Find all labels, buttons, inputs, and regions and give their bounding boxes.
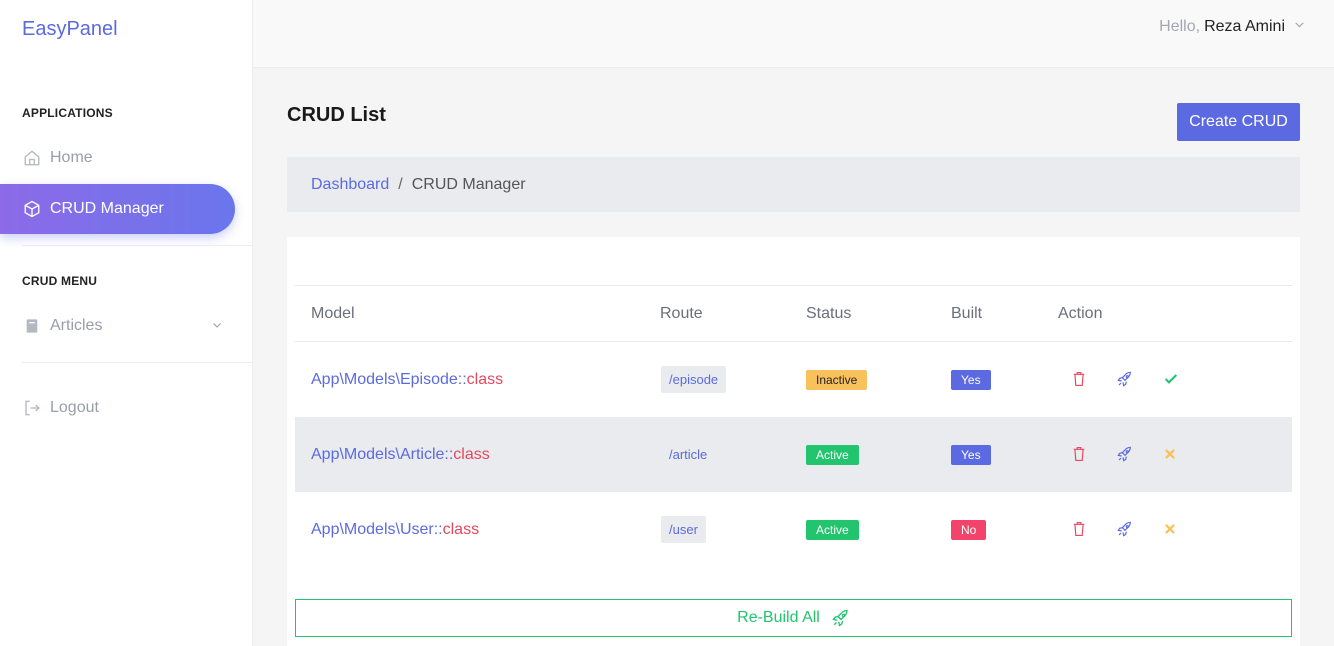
rocket-icon[interactable]: [1116, 520, 1134, 538]
model-link[interactable]: App\Models\User::class: [311, 521, 479, 539]
sidebar-item-label: Articles: [50, 317, 103, 334]
model-cell: App\Models\Episode::class: [311, 342, 503, 417]
route-code: /user: [661, 516, 706, 543]
table-row: App\Models\Episode::class /episode Inact…: [295, 342, 1292, 417]
logout-icon: [22, 398, 42, 418]
table-row: App\Models\User::class /user Active No: [295, 492, 1292, 567]
box-icon: [22, 199, 42, 219]
chevron-down-icon[interactable]: [211, 318, 223, 336]
built-cell: Yes: [951, 342, 991, 417]
crud-table: Model Route Status Built Action App\Mode…: [295, 285, 1292, 567]
sidebar-divider: [22, 245, 252, 246]
sidebar-item-home[interactable]: Home: [0, 133, 235, 183]
built-badge: Yes: [951, 369, 991, 390]
close-icon[interactable]: [1161, 520, 1179, 538]
built-cell: No: [951, 492, 987, 567]
rocket-icon[interactable]: [1116, 370, 1134, 388]
user-menu[interactable]: Hello, Reza Amini: [1159, 18, 1306, 36]
home-icon: [22, 148, 42, 168]
check-icon[interactable]: [1162, 370, 1180, 388]
built-badge: Yes: [951, 444, 991, 465]
chevron-down-icon: [1293, 18, 1306, 36]
sidebar-divider: [22, 362, 252, 363]
breadcrumb: Dashboard / CRUD Manager: [287, 157, 1300, 212]
brand-logo[interactable]: EasyPanel: [22, 18, 118, 41]
status-badge: Active: [806, 444, 859, 465]
column-header-route: Route: [660, 305, 703, 322]
rocket-icon: [832, 609, 850, 627]
model-link[interactable]: App\Models\Article::class: [311, 446, 490, 464]
breadcrumb-link-dashboard[interactable]: Dashboard: [311, 176, 389, 194]
sidebar-item-crud-manager[interactable]: CRUD Manager: [0, 184, 235, 234]
sidebar-item-articles[interactable]: Articles: [0, 301, 235, 351]
rebuild-all-button[interactable]: Re-Build All: [295, 599, 1292, 637]
username: Reza Amini: [1204, 18, 1285, 35]
route-code: /article: [669, 447, 708, 462]
trash-icon[interactable]: [1070, 445, 1088, 463]
crud-table-card: Model Route Status Built Action App\Mode…: [287, 237, 1300, 646]
built-badge: No: [951, 519, 987, 540]
section-title-crud-menu: CRUD MENU: [22, 274, 98, 288]
status-badge: Active: [806, 519, 859, 540]
column-header-built: Built: [951, 305, 983, 322]
status-cell: Active: [806, 417, 859, 492]
column-header-status: Status: [806, 305, 852, 322]
route-cell: /episode: [661, 342, 727, 417]
built-cell: Yes: [951, 417, 991, 492]
sidebar: EasyPanel APPLICATIONS Home CRUD Manager…: [0, 0, 253, 646]
model-cell: App\Models\User::class: [311, 492, 479, 567]
create-crud-button[interactable]: Create CRUD: [1177, 103, 1300, 141]
greeting-text: Hello,: [1159, 18, 1201, 35]
book-icon: [22, 316, 42, 336]
sidebar-item-label: CRUD Manager: [50, 200, 164, 217]
status-cell: Inactive: [806, 342, 868, 417]
page-title: CRUD List: [287, 104, 386, 126]
status-badge: Inactive: [806, 369, 868, 390]
table-row: App\Models\Article::class /article Activ…: [295, 417, 1292, 492]
model-cell: App\Models\Article::class: [311, 417, 490, 492]
rocket-icon[interactable]: [1116, 445, 1134, 463]
rebuild-all-label: Re-Build All: [737, 609, 820, 626]
model-link[interactable]: App\Models\Episode::class: [311, 371, 503, 389]
topbar: Hello, Reza Amini: [253, 0, 1334, 68]
table-header: Model Route Status Built Action: [295, 285, 1292, 342]
route-cell: /article: [661, 417, 715, 492]
column-header-action: Action: [1058, 305, 1103, 322]
sidebar-item-logout[interactable]: Logout: [0, 383, 235, 433]
sidebar-item-label: Logout: [50, 399, 99, 416]
trash-icon[interactable]: [1070, 370, 1088, 388]
sidebar-item-label: Home: [50, 149, 93, 166]
breadcrumb-separator: /: [398, 175, 403, 193]
column-header-model: Model: [311, 305, 355, 322]
status-cell: Active: [806, 492, 859, 567]
route-cell: /user: [661, 492, 706, 567]
close-icon[interactable]: [1161, 445, 1179, 463]
route-code: /episode: [661, 366, 727, 393]
section-title-applications: APPLICATIONS: [22, 106, 113, 120]
trash-icon[interactable]: [1070, 520, 1088, 538]
breadcrumb-current: CRUD Manager: [411, 175, 526, 193]
